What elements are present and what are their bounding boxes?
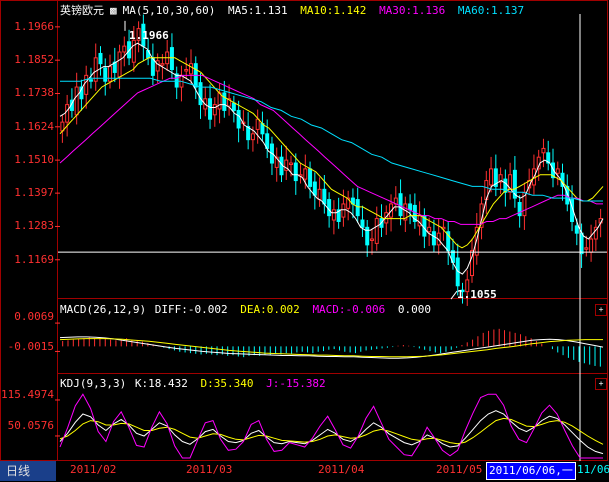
- candle-down: [231, 102, 236, 111]
- candle-up: [131, 39, 136, 63]
- date-label-may: 2011/05: [436, 463, 483, 476]
- candle-up: [74, 86, 79, 116]
- candle-up: [489, 168, 494, 186]
- date-label-mar: 2011/03: [186, 463, 233, 476]
- candle-down: [398, 193, 403, 217]
- candle-down: [222, 92, 227, 111]
- candle-down: [98, 52, 103, 65]
- candle-up: [341, 203, 346, 218]
- candle-down: [293, 162, 298, 182]
- candle-down: [308, 168, 313, 187]
- candle-up: [188, 63, 193, 75]
- candle-down: [88, 79, 93, 82]
- stock-chart-window: 英镑欧元 ▩ MA(5,10,30,60) MA5:1.131 MA10:1.142…: [0, 0, 609, 482]
- candle-up: [289, 162, 294, 165]
- candle-down: [431, 231, 436, 246]
- date-label-tail: 11/06: [577, 463, 609, 476]
- kdj-j-line: [59, 393, 603, 459]
- candle-down: [574, 225, 579, 234]
- candle-up: [117, 51, 122, 78]
- candle-down: [517, 201, 522, 217]
- candle-up: [589, 238, 594, 253]
- candle-down: [312, 181, 317, 196]
- candle-up: [541, 147, 546, 154]
- candle-up: [65, 104, 70, 123]
- ma60-line: [60, 77, 603, 202]
- kdj-k-line: [59, 410, 604, 455]
- candle-up: [155, 60, 160, 72]
- candle-up: [255, 118, 260, 130]
- candle-up: [84, 74, 89, 95]
- candle-up: [217, 92, 222, 110]
- candle-down: [198, 82, 203, 106]
- candle-up: [122, 45, 127, 53]
- candle-up: [303, 168, 308, 180]
- candle-up: [374, 218, 379, 244]
- candle-up: [93, 57, 98, 82]
- candle-up: [427, 226, 432, 233]
- date-label-apr: 2011/04: [318, 463, 365, 476]
- candle-up: [369, 238, 374, 241]
- candle-down: [408, 203, 413, 211]
- candle-down: [236, 109, 241, 129]
- candle-down: [208, 98, 213, 120]
- candle-up: [584, 247, 589, 250]
- candle-up: [184, 69, 189, 72]
- low-label: 1.1055: [457, 288, 497, 301]
- candle-down: [169, 47, 174, 71]
- candle-down: [103, 67, 108, 82]
- date-label-feb: 2011/02: [70, 463, 117, 476]
- candle-down: [322, 188, 327, 205]
- candle-down: [579, 232, 584, 255]
- candle-up: [555, 168, 560, 174]
- candle-down: [327, 199, 332, 217]
- candle-down: [360, 219, 365, 228]
- candle-up: [317, 188, 322, 201]
- high-label: 1.1966: [129, 29, 169, 42]
- candle-up: [331, 209, 336, 221]
- ma10-line: [59, 57, 604, 249]
- candle-up: [108, 66, 113, 82]
- chart-canvas[interactable]: 1.1966 1.1055: [0, 0, 609, 461]
- candle-up: [212, 104, 217, 116]
- candle-down: [355, 199, 360, 217]
- candle-up: [250, 133, 255, 141]
- candle-up: [160, 63, 165, 66]
- cursor-date-label: 2011/06/06,一: [486, 462, 576, 480]
- period-tab-daily[interactable]: 日线: [0, 461, 56, 481]
